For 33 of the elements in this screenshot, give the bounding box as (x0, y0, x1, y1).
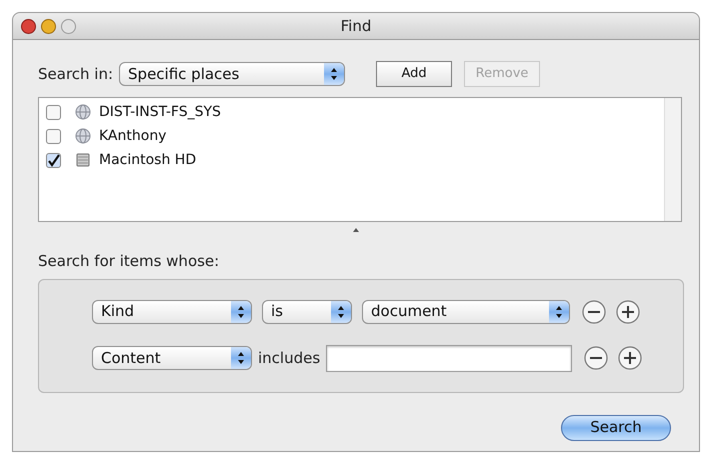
minus-icon[interactable] (582, 300, 606, 324)
search-in-label: Search in: (38, 64, 114, 85)
dropdown[interactable]: Kind (92, 300, 252, 324)
dropdown[interactable]: Content (92, 346, 252, 370)
checkmark-icon (47, 154, 60, 166)
minus-icon[interactable] (584, 346, 608, 370)
dropdown[interactable]: Specific places (119, 62, 346, 86)
stepper-icon (549, 300, 569, 322)
stepper-icon (331, 300, 351, 322)
dropdown[interactable]: is (262, 300, 352, 324)
stepper-icon (231, 300, 251, 322)
checkbox[interactable] (46, 104, 61, 120)
checkbox[interactable] (46, 128, 61, 144)
plus-icon[interactable] (616, 300, 640, 324)
globe-icon (75, 128, 91, 144)
checkbox[interactable] (46, 152, 61, 168)
globe-icon (75, 104, 91, 120)
close-icon[interactable] (21, 19, 36, 34)
window-title: Find (340, 16, 372, 37)
plus-icon[interactable] (618, 346, 642, 370)
place-name: KAnthony (99, 126, 166, 146)
stepper-icon (231, 347, 251, 369)
push-button[interactable]: Add (376, 61, 452, 87)
minimize-icon[interactable] (41, 19, 56, 34)
dropdown[interactable]: document (362, 300, 570, 324)
search-button[interactable]: Search (561, 414, 671, 440)
splitter-handle-icon[interactable] (353, 228, 359, 232)
criteria-label: Search for items whose: (38, 251, 220, 272)
place-name: DIST-INST-FS_SYS (99, 102, 221, 122)
place-name: Macintosh HD (99, 150, 196, 170)
operator-label: includes (258, 348, 320, 369)
stepper-icon (324, 63, 344, 85)
text-field[interactable] (326, 344, 572, 372)
